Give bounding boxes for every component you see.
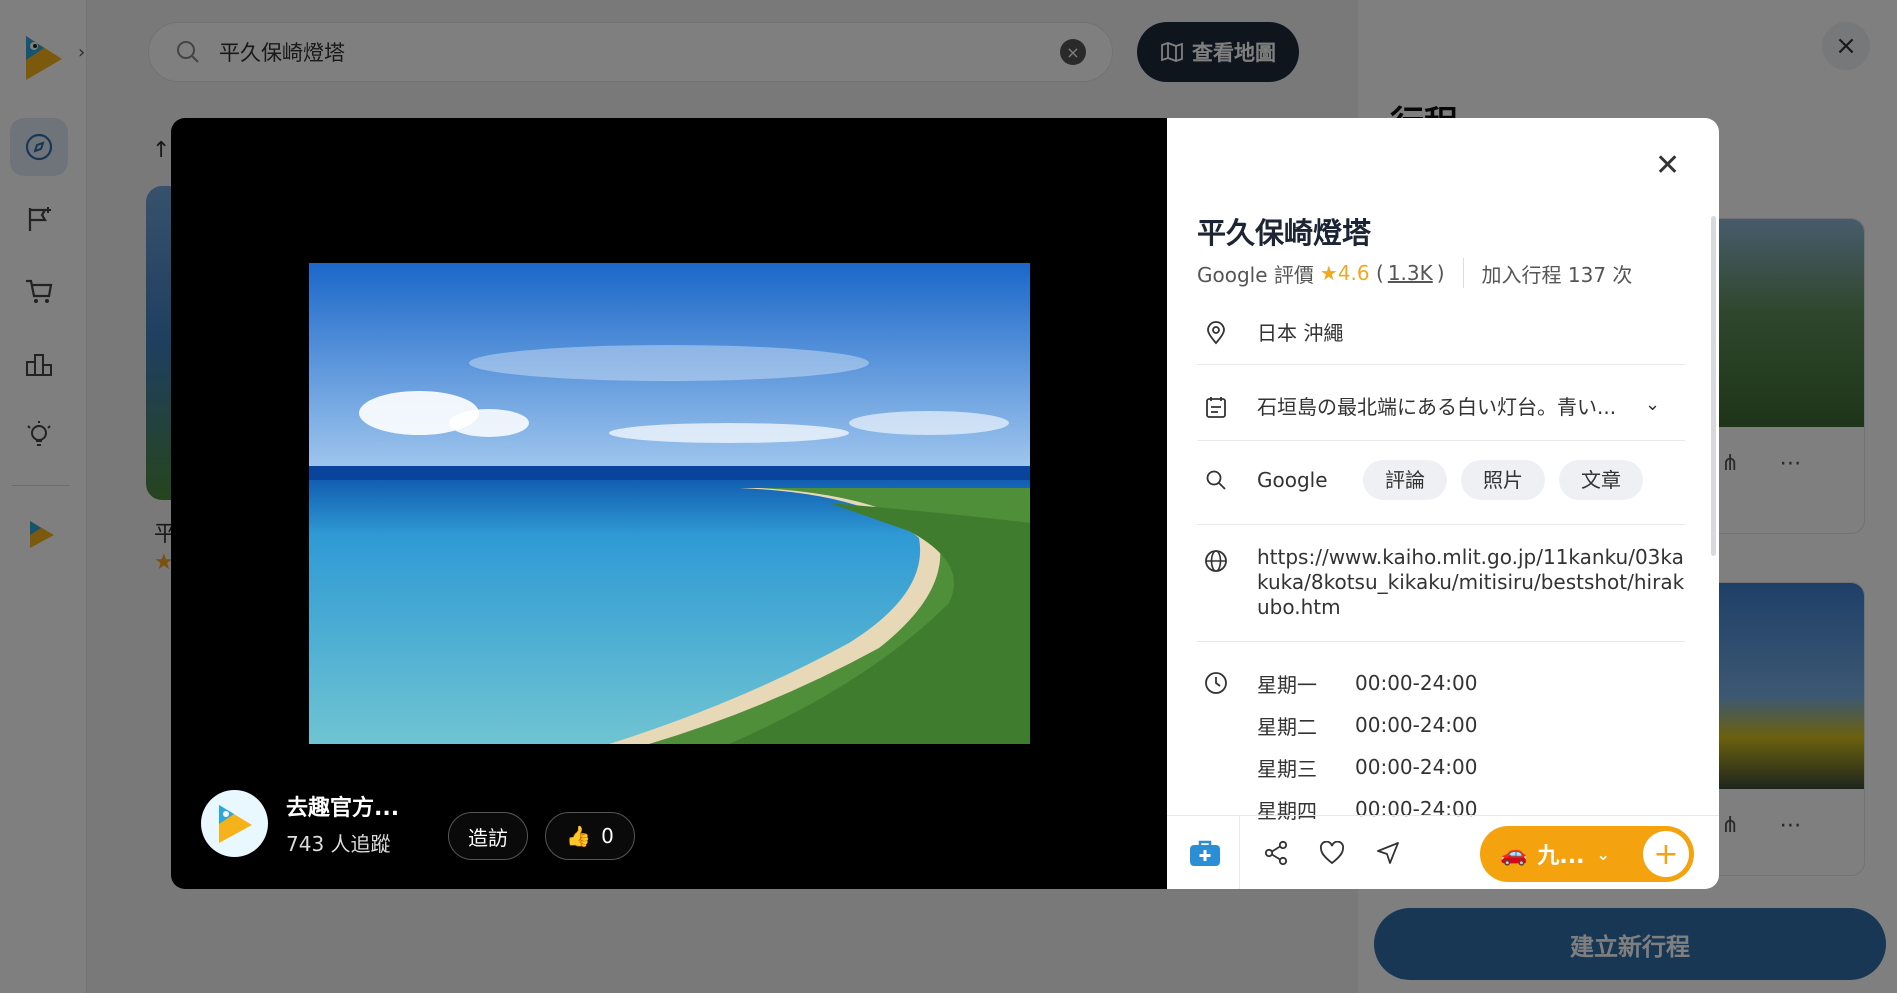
action-bar: 🚗 九... ⌄ + (1167, 815, 1719, 889)
star-icon: ★ (1319, 261, 1338, 285)
hours-row-item: 星期一 00:00-24:00 (1257, 662, 1478, 704)
like-button[interactable]: 👍 0 (545, 812, 635, 860)
follower-count: 743 人追蹤 (286, 832, 391, 856)
hours-time: 00:00-24:00 (1355, 755, 1478, 779)
author-name[interactable]: 去趣官方... (286, 790, 399, 822)
rating-value: 4.6 (1337, 261, 1370, 285)
thumbs-up-icon: 👍 (566, 824, 592, 848)
photos-chip[interactable]: 照片 (1461, 460, 1545, 500)
medkit-icon[interactable] (1177, 825, 1233, 881)
like-count: 0 (601, 824, 614, 848)
photo-author[interactable]: 去趣官方... 743 人追蹤 (201, 790, 399, 857)
share-icon[interactable] (1248, 825, 1304, 881)
add-plus-icon[interactable]: + (1643, 831, 1689, 877)
description-row[interactable]: 石垣島の最北端にある白い灯台。青い... ⌄ (1197, 388, 1685, 426)
chevron-down-icon[interactable]: ⌄ (1645, 394, 1660, 415)
location-pin-icon (1197, 314, 1235, 352)
hours-day: 星期一 (1257, 672, 1317, 697)
heart-icon[interactable] (1304, 825, 1360, 881)
search-engine-label: Google (1257, 467, 1328, 492)
rating-source: Google 評價 (1197, 262, 1314, 287)
car-icon: 🚗 (1500, 841, 1528, 867)
trip-selector-label[interactable]: 九... (1537, 838, 1584, 870)
reviews-chip[interactable]: 評論 (1363, 460, 1447, 500)
hours-row-item: 星期二 00:00-24:00 (1257, 704, 1478, 746)
photo-viewer: 去趣官方... 743 人追蹤 造訪 👍 0 (171, 118, 1167, 889)
close-icon[interactable]: ✕ (1655, 148, 1680, 183)
place-title: 平久保崎燈塔 (1197, 216, 1372, 250)
trip-add-count: 加入行程 137 次 (1481, 262, 1633, 287)
place-photo[interactable] (309, 263, 1030, 744)
clock-icon (1197, 664, 1235, 702)
hours-day: 星期三 (1257, 756, 1317, 781)
place-modal: 去趣官方... 743 人追蹤 造訪 👍 0 ✕ 平久保崎燈塔 Google 評… (171, 118, 1719, 889)
place-detail-panel: ✕ 平久保崎燈塔 Google 評價 ★ 4.6 (1.3K) 加入行程 137… (1167, 118, 1719, 889)
website-row[interactable]: https://www.kaiho.mlit.go.jp/11kanku/03k… (1197, 542, 1685, 620)
globe-icon (1197, 542, 1235, 580)
articles-chip[interactable]: 文章 (1559, 460, 1643, 500)
visit-button[interactable]: 造訪 (448, 812, 528, 860)
location-text: 日本 沖繩 (1257, 321, 1344, 345)
hours-time: 00:00-24:00 (1355, 671, 1478, 695)
location-row: 日本 沖繩 (1197, 314, 1685, 352)
rating-line: Google 評價 ★ 4.6 (1.3K) 加入行程 137 次 (1197, 258, 1632, 288)
chevron-down-icon[interactable]: ⌄ (1596, 845, 1609, 864)
add-to-trip-button[interactable]: 🚗 九... ⌄ + (1480, 826, 1694, 882)
hours-time: 00:00-24:00 (1355, 713, 1478, 737)
calendar-note-icon (1197, 388, 1235, 426)
website-link[interactable]: https://www.kaiho.mlit.go.jp/11kanku/03k… (1257, 545, 1685, 620)
hours-day: 星期二 (1257, 714, 1317, 739)
divider (1462, 258, 1464, 288)
hours-row-item: 星期三 00:00-24:00 (1257, 746, 1478, 788)
avatar[interactable] (201, 790, 268, 857)
description-text: 石垣島の最北端にある白い灯台。青い... (1257, 395, 1617, 419)
scrollbar[interactable] (1711, 216, 1716, 556)
navigate-icon[interactable] (1360, 825, 1416, 881)
search-links-row: Google 評論 照片 文章 (1197, 460, 1685, 500)
search-icon (1197, 461, 1235, 499)
review-count-link[interactable]: 1.3K (1388, 261, 1433, 285)
opening-hours: 星期一 00:00-24:00 星期二 00:00-24:00 星期三 00:00-2… (1257, 662, 1478, 830)
